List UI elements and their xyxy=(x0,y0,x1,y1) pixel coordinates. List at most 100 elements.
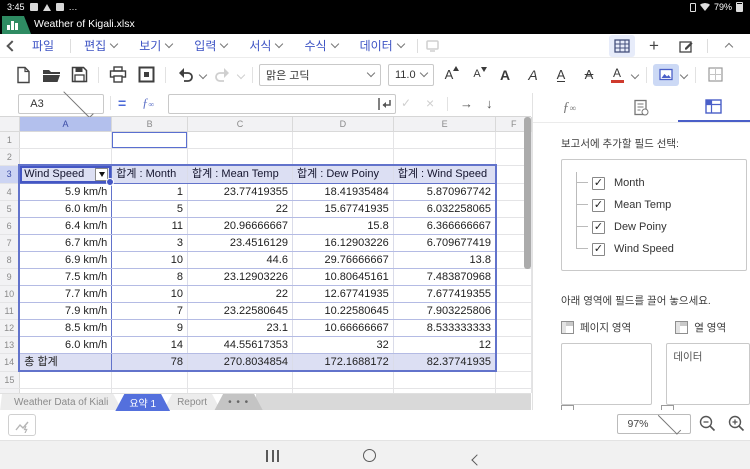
menu-item-2[interactable]: 입력 xyxy=(183,34,238,58)
cell[interactable]: 13.8 xyxy=(393,251,497,269)
zoom-level-select[interactable]: 97% xyxy=(617,410,691,435)
save-button[interactable] xyxy=(66,63,92,87)
menu-item-0[interactable]: 편집 xyxy=(73,34,128,58)
field-checkbox[interactable]: ✓ xyxy=(592,198,605,212)
cell[interactable] xyxy=(292,131,394,149)
android-back-icon[interactable] xyxy=(471,451,483,469)
cell[interactable]: 6.0 km/h xyxy=(18,200,113,218)
print-preview-button[interactable] xyxy=(133,63,159,87)
menu-item-5[interactable]: 데이터 xyxy=(349,34,415,58)
cell[interactable]: 10 xyxy=(111,285,188,303)
column-area-field[interactable]: 데이터 xyxy=(673,351,702,363)
cell[interactable]: 7.903225806 xyxy=(393,302,497,320)
cell[interactable]: 23.77419355 xyxy=(187,183,293,201)
cell[interactable]: 7.483870968 xyxy=(393,268,497,286)
row-header-15[interactable]: 15 xyxy=(0,371,20,389)
formula-input[interactable] xyxy=(168,94,396,114)
cell[interactable]: 44.6 xyxy=(187,251,293,269)
cell[interactable]: 172.1688172 xyxy=(292,353,394,372)
menu-item-4[interactable]: 수식 xyxy=(293,34,348,58)
select-all-corner[interactable] xyxy=(0,117,20,132)
cell[interactable]: 10.22580645 xyxy=(292,302,394,320)
column-header-D[interactable]: D xyxy=(292,117,394,132)
quick-function-button[interactable] xyxy=(8,414,36,436)
cell[interactable]: 12 xyxy=(393,336,497,354)
cell[interactable]: 23.12903226 xyxy=(187,268,293,286)
cell[interactable]: 7.7 km/h xyxy=(18,285,113,303)
cell[interactable]: 22 xyxy=(187,285,293,303)
font-size-select[interactable]: 11.0 xyxy=(388,63,434,86)
field-row-wind-speed[interactable]: ✓ Wind Speed xyxy=(562,227,746,260)
cell[interactable]: 78 xyxy=(111,353,188,372)
row-header-5[interactable]: 5 xyxy=(0,200,20,218)
fill-options-chevron[interactable] xyxy=(679,70,689,79)
cell[interactable]: 270.8034854 xyxy=(187,353,293,372)
new-document-button[interactable] xyxy=(10,63,36,87)
equals-button[interactable]: = xyxy=(118,95,126,111)
bold-button[interactable]: A xyxy=(492,63,518,87)
function-button[interactable]: ƒ∞ xyxy=(142,95,154,111)
cell[interactable]: 8 xyxy=(111,268,188,286)
cell-reference-box[interactable]: A3 xyxy=(18,87,104,118)
cell[interactable]: 5.9 km/h xyxy=(18,183,113,201)
cell[interactable] xyxy=(495,302,532,320)
cell[interactable]: 15.8 xyxy=(292,217,394,235)
field-checkbox[interactable]: ✓ xyxy=(592,220,605,234)
cell[interactable] xyxy=(495,371,532,389)
borders-button[interactable] xyxy=(702,63,728,87)
cell[interactable]: 3 xyxy=(111,234,188,252)
cell[interactable]: 23.1 xyxy=(187,319,293,337)
cell[interactable] xyxy=(111,371,188,389)
row-header-11[interactable]: 11 xyxy=(0,302,20,320)
column-header-B[interactable]: B xyxy=(111,117,188,132)
cell[interactable]: 22 xyxy=(187,200,293,218)
zoom-in-button[interactable] xyxy=(727,414,747,439)
cell[interactable]: 합계 : Dew Poiny xyxy=(292,164,394,184)
cell[interactable] xyxy=(495,268,532,286)
row-header-2[interactable]: 2 xyxy=(0,148,20,166)
home-icon[interactable] xyxy=(363,449,376,462)
wrap-text-icon[interactable] xyxy=(377,97,392,116)
spreadsheet-grid[interactable]: A B C D E F 1 2 3 Wind Speed 합계 : Month 합계 : Mean T… xyxy=(0,117,532,393)
underline-button[interactable]: A xyxy=(548,63,574,87)
cell[interactable] xyxy=(393,148,497,166)
sheet-tab-0[interactable]: Weather Data of Kiali xyxy=(0,394,122,411)
sheet-grid-icon[interactable] xyxy=(609,34,635,57)
cell[interactable]: 12.67741935 xyxy=(292,285,394,303)
column-area-dropzone[interactable]: 데이터 xyxy=(666,343,750,405)
menu-file[interactable]: 파일 xyxy=(16,34,68,58)
cell[interactable]: 9 xyxy=(111,319,188,337)
font-color-chevron[interactable] xyxy=(630,70,640,79)
cell[interactable] xyxy=(19,371,113,389)
open-file-button[interactable] xyxy=(38,63,64,87)
cell[interactable]: 7 xyxy=(111,302,188,320)
column-header-E[interactable]: E xyxy=(393,117,497,132)
column-header-C[interactable]: C xyxy=(187,117,293,132)
cell[interactable]: 6.709677419 xyxy=(393,234,497,252)
cell[interactable]: 5.870967742 xyxy=(393,183,497,201)
row-header-12[interactable]: 12 xyxy=(0,319,20,337)
row-header-4[interactable]: 4 xyxy=(0,183,20,201)
row-header-10[interactable]: 10 xyxy=(0,285,20,303)
italic-button[interactable]: A xyxy=(520,63,546,87)
cell[interactable]: 6.366666667 xyxy=(393,217,497,235)
row-header-13[interactable]: 13 xyxy=(0,336,20,354)
cell[interactable] xyxy=(292,371,394,389)
cell[interactable]: 23.4516129 xyxy=(187,234,293,252)
cell[interactable]: 8.5 km/h xyxy=(18,319,113,337)
cell[interactable]: 20.96666667 xyxy=(187,217,293,235)
cell[interactable]: 14 xyxy=(111,336,188,354)
cell[interactable] xyxy=(393,371,497,389)
cell[interactable]: 8.533333333 xyxy=(393,319,497,337)
cell[interactable]: 6.4 km/h xyxy=(18,217,113,235)
row-header-3[interactable]: 3 xyxy=(0,165,20,184)
cell[interactable] xyxy=(495,336,532,354)
increase-font-button[interactable]: A xyxy=(436,63,462,87)
cell[interactable]: 6.0 km/h xyxy=(18,336,113,354)
cell[interactable] xyxy=(495,353,532,372)
cell[interactable]: 18.41935484 xyxy=(292,183,394,201)
cell[interactable]: 1 xyxy=(111,183,188,201)
filter-dropdown-button[interactable] xyxy=(95,168,109,181)
vertical-scrollbar[interactable] xyxy=(524,117,531,269)
cell[interactable] xyxy=(495,285,532,303)
